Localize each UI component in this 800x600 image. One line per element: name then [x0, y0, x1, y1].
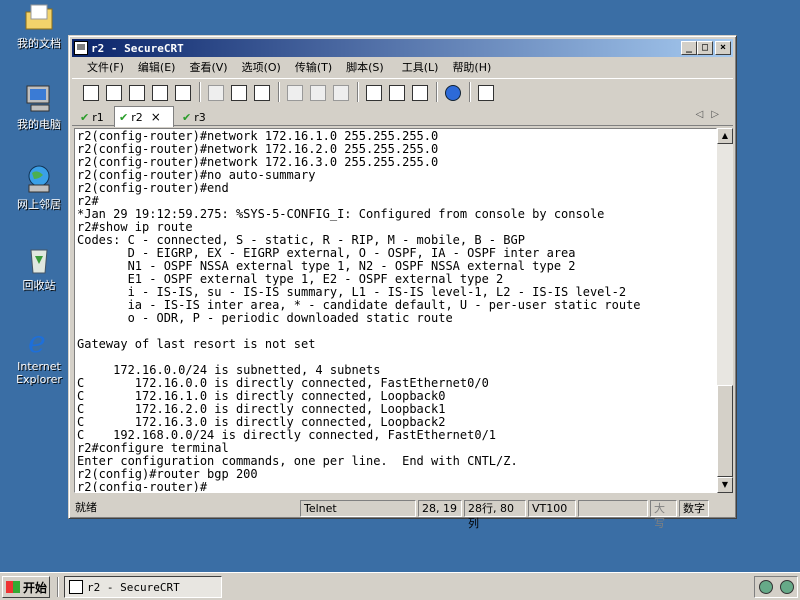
status-ready: 就绪 — [75, 500, 97, 514]
menu-file[interactable]: 文件(F) — [80, 59, 131, 75]
menu-edit[interactable]: 编辑(E) — [131, 59, 183, 75]
disconnect-icon[interactable] — [172, 82, 192, 102]
tab-r3[interactable]: ✔ r3 — [178, 108, 210, 126]
desktop-icon-internet-explorer[interactable]: e Internet Explorer — [6, 325, 72, 386]
global-options-icon[interactable] — [386, 82, 406, 102]
scroll-down-icon[interactable]: ▼ — [717, 477, 733, 493]
keymap-icon[interactable] — [409, 82, 429, 102]
print-selection-icon[interactable] — [307, 82, 327, 102]
folder-icon — [23, 2, 55, 34]
toolbar-separator — [357, 81, 359, 102]
tab-label: r1 — [92, 110, 104, 124]
status-bar: 就绪 Telnet 28, 19 28行, 80列 VT100 大写 数字 — [72, 498, 733, 530]
connected-check-icon: ✔ — [119, 110, 129, 124]
menu-options[interactable]: 选项(O) — [235, 59, 288, 75]
toolbar — [72, 78, 733, 104]
desktop-icon-recycle-bin[interactable]: 回收站 — [6, 244, 72, 292]
network-globe-icon — [23, 163, 55, 195]
menu-transfer[interactable]: 传输(T) — [288, 59, 339, 75]
securecrt-window: r2 - SecureCRT _ □ × 文件(F) 编辑(E) 查看(V) 选… — [68, 35, 737, 530]
menu-bar: 文件(F) 编辑(E) 查看(V) 选项(O) 传输(T) 脚本(S) 工具(L… — [72, 58, 733, 76]
connect-in-tab-icon[interactable] — [126, 82, 146, 102]
reconnect-icon[interactable] — [149, 82, 169, 102]
paste-icon[interactable] — [228, 82, 248, 102]
recycle-bin-icon — [23, 244, 55, 276]
status-num: 数字 — [679, 499, 709, 517]
desktop-icon-network[interactable]: 网上邻居 — [6, 163, 72, 211]
status-protocol: Telnet — [300, 499, 416, 517]
close-button[interactable]: × — [715, 41, 731, 55]
quick-connect-icon[interactable] — [103, 82, 123, 102]
terminal-text: r2(config-router)#network 172.16.1.0 255… — [77, 129, 641, 493]
start-label: 开始 — [23, 580, 48, 595]
tab-close-icon[interactable]: × — [151, 110, 161, 124]
toolbar-separator — [199, 81, 201, 102]
desktop-icon-label: 我的电脑 — [17, 118, 61, 131]
menu-view[interactable]: 查看(V) — [182, 59, 234, 75]
connected-check-icon: ✔ — [80, 110, 90, 124]
sftp-icon[interactable] — [475, 82, 495, 102]
menu-script[interactable]: 脚本(S) — [339, 59, 391, 75]
connect-icon[interactable] — [80, 82, 100, 102]
connected-check-icon: ✔ — [182, 110, 192, 124]
printer-setup-icon[interactable] — [330, 82, 350, 102]
tab-label: r2 — [131, 110, 143, 124]
tray-icon[interactable] — [758, 580, 773, 594]
session-options-icon[interactable] — [363, 82, 383, 102]
scroll-up-icon[interactable]: ▲ — [717, 128, 733, 144]
windows-flag-icon — [6, 581, 20, 593]
maximize-button[interactable]: □ — [697, 41, 713, 55]
taskbar: 开始 r2 - SecureCRT — [0, 572, 800, 600]
desktop-icon-label: Internet Explorer — [16, 360, 62, 386]
desktop-icon-my-documents[interactable]: 我的文档 — [6, 2, 72, 50]
tab-scroll-arrows[interactable]: ◁▷ — [696, 109, 727, 120]
session-tab-bar: ✔ r1 ✔ r2 × ✔ r3 ◁▷ — [72, 106, 733, 127]
scrollbar-thumb[interactable] — [717, 385, 733, 477]
status-cursor: 28, 19 — [418, 499, 462, 517]
minimize-button[interactable]: _ — [681, 41, 697, 55]
toolbar-separator — [436, 81, 438, 102]
status-size: 28行, 80列 — [464, 499, 526, 530]
terminal-scrollbar[interactable]: ▲ ▼ — [717, 128, 733, 493]
copy-icon[interactable] — [205, 82, 225, 102]
securecrt-app-icon — [69, 580, 83, 594]
start-button[interactable]: 开始 — [2, 576, 50, 598]
help-icon[interactable] — [442, 82, 462, 102]
menu-help[interactable]: 帮助(H) — [445, 59, 498, 75]
status-caps: 大写 — [650, 499, 677, 530]
tray-network-icon[interactable] — [779, 580, 794, 594]
status-empty — [578, 499, 648, 517]
desktop-icon-label: 回收站 — [22, 279, 56, 292]
desktop-icon-label: 网上邻居 — [17, 198, 61, 211]
taskbar-item-securecrt[interactable]: r2 - SecureCRT — [64, 576, 222, 598]
internet-explorer-icon: e — [23, 325, 55, 360]
toolbar-separator — [469, 81, 471, 102]
tab-r2[interactable]: ✔ r2 × — [114, 106, 174, 127]
securecrt-app-icon — [74, 41, 88, 55]
taskbar-separator — [57, 577, 59, 597]
tab-label: r3 — [194, 110, 206, 124]
taskbar-item-label: r2 - SecureCRT — [87, 580, 180, 594]
print-icon[interactable] — [284, 82, 304, 102]
menu-tools[interactable]: 工具(L) — [395, 59, 446, 75]
system-tray — [754, 576, 798, 598]
desktop-icon-label: 我的文档 — [17, 37, 61, 50]
terminal-output[interactable]: r2(config-router)#network 172.16.1.0 255… — [74, 128, 717, 493]
svg-text:e: e — [28, 325, 46, 357]
title-bar[interactable]: r2 - SecureCRT _ □ × — [72, 39, 733, 57]
window-title: r2 - SecureCRT — [91, 41, 184, 55]
tab-r1[interactable]: ✔ r1 — [76, 108, 108, 126]
status-emulation: VT100 — [528, 499, 576, 517]
desktop-icon-my-computer[interactable]: 我的电脑 — [6, 83, 72, 131]
find-icon[interactable] — [251, 82, 271, 102]
computer-icon — [23, 83, 55, 115]
toolbar-separator — [278, 81, 280, 102]
